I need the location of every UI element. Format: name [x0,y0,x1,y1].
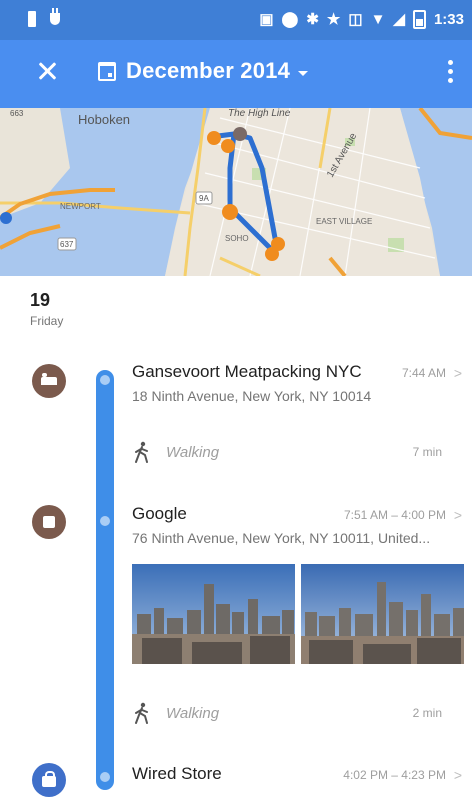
timeline-dot [100,772,110,782]
timeline-place[interactable]: Google 7:51 AM – 4:00 PM > 76 Ninth Aven… [132,504,462,546]
map-label-newport: NEWPORT [60,202,101,211]
star-icon: ★ [326,10,341,28]
cast-icon: ▣ [259,10,274,28]
day-header: 19 Friday [30,290,63,328]
place-time: 4:02 PM – 4:23 PM [343,768,446,782]
bluetooth-icon: ✱ [306,10,319,28]
timeline-dot [100,516,110,526]
timeline-place[interactable]: Gansevoort Meatpacking NYC 7:44 AM > 18 … [132,362,462,404]
timeline-dot [100,375,110,385]
walking-duration: 7 min [412,445,442,459]
location-pin-icon: ⬤ [281,10,299,28]
map-label-soho: SOHO [225,234,249,243]
place-photo[interactable] [301,564,464,664]
dropdown-caret-icon [298,70,309,76]
wifi-icon: ▼ [370,10,386,28]
walking-label: Walking [166,704,220,722]
calendar-icon [98,61,116,81]
place-time: 7:51 AM – 4:00 PM [343,508,446,522]
timeline-track [96,370,114,790]
place-name: Google [132,504,187,523]
timeline-place[interactable]: Wired Store 4:02 PM – 4:23 PM > [132,764,462,784]
map-label-east-village: EAST VILLAGE [316,217,372,226]
more-vert-icon[interactable] [446,60,454,86]
app-toolbar: December 2014 [0,40,472,108]
place-name: Gansevoort Meatpacking NYC [132,362,362,381]
status-bar: ▣ ⬤ ✱ ★ ◫ ▼ ◢ 1:33 [0,0,472,40]
place-icon [32,505,66,539]
month-title: December 2014 [126,58,291,83]
chevron-right-icon: > [453,365,462,381]
vibrate-icon: ◫ [348,10,363,28]
walking-segment[interactable]: Walking 2 min [132,701,442,725]
month-picker-button[interactable]: December 2014 [98,58,309,84]
walking-duration: 2 min [412,706,442,720]
place-address: 18 Ninth Avenue, New York, NY 10014 [132,388,372,404]
map-shield-9a: 9A [199,194,209,203]
walking-segment[interactable]: Walking 7 min [132,440,442,464]
close-icon[interactable] [34,58,60,84]
place-photo[interactable] [132,564,295,664]
status-time: 1:33 [433,11,464,28]
place-name: Wired Store [132,764,222,783]
battery-icon [412,10,426,29]
map-shield-663: 663 [10,109,24,118]
photo-strip [132,564,464,664]
chevron-right-icon: > [453,507,462,523]
day-weekday: Friday [30,314,64,328]
sim-card-icon [28,11,36,27]
hotel-icon [32,364,66,398]
route-map[interactable]: Hoboken The High Line 1st Avenue NEWPORT… [0,108,472,276]
charging-icon [50,8,60,25]
chevron-right-icon: > [453,767,462,783]
shopping-icon [32,763,66,797]
map-label-high-line: The High Line [228,108,291,119]
map-label-hoboken: Hoboken [78,112,130,127]
cell-signal-icon: ◢ [393,10,405,28]
walking-icon [135,702,148,724]
day-number: 19 [30,290,51,310]
map-shield-637: 637 [60,240,74,249]
walking-icon [135,441,148,463]
place-address: 76 Ninth Avenue, New York, NY 10011, Uni… [132,530,431,546]
walking-label: Walking [166,443,220,461]
